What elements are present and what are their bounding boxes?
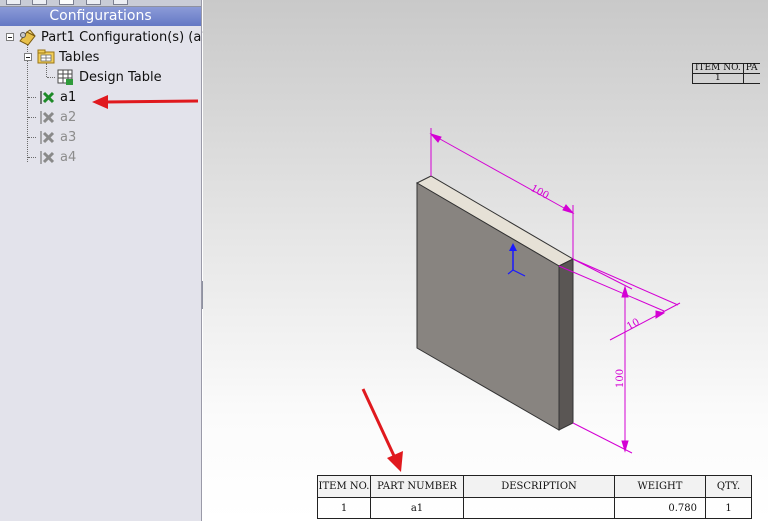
block-side-face bbox=[558, 258, 574, 431]
dimension-height bbox=[572, 258, 633, 454]
bom-header-item-no: ITEM NO. bbox=[317, 475, 371, 498]
bom-cell-qty: 1 bbox=[705, 497, 752, 519]
bom-header-description: DESCRIPTION bbox=[463, 475, 615, 498]
bom-top-cell: 1 bbox=[692, 73, 744, 84]
bom-cell-item-no: 1 bbox=[317, 497, 371, 519]
bom-cell-weight: 0.780 bbox=[614, 497, 706, 519]
bom-header-weight: WEIGHT bbox=[614, 475, 706, 498]
bom-top-header: ITEM NO. bbox=[692, 63, 744, 74]
bom-top-header: PA bbox=[742, 63, 760, 74]
part-model-view: 100 10 100 bbox=[361, 128, 681, 472]
bom-table[interactable]: ITEM NO. PART NUMBER DESCRIPTION WEIGHT … bbox=[317, 475, 752, 519]
red-arrow-icon bbox=[361, 388, 403, 472]
dimension-height-text[interactable]: 100 bbox=[615, 369, 626, 388]
bom-table-top[interactable]: ITEM NO. PA 1 bbox=[692, 63, 760, 84]
dimension-thickness bbox=[558, 258, 681, 341]
bom-top-cell bbox=[742, 73, 760, 84]
bom-header-part-number: PART NUMBER bbox=[370, 475, 464, 498]
bom-header-qty: QTY. bbox=[705, 475, 752, 498]
bom-cell-part-number: a1 bbox=[370, 497, 464, 519]
bom-cell-description bbox=[463, 497, 615, 519]
